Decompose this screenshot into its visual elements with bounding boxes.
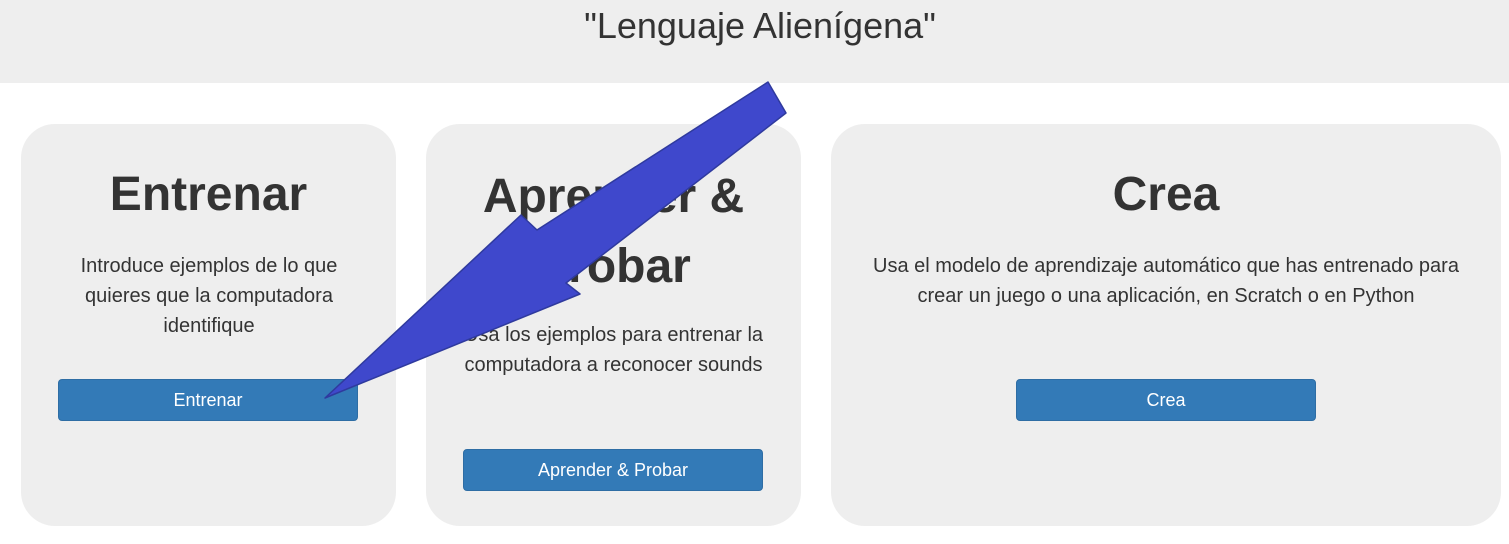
card-train-description: Introduce ejemplos de lo que quieres que…	[80, 255, 338, 337]
card-learn-test: Aprender & Probar Usa los ejemplos para …	[426, 124, 801, 526]
card-train-title: Entrenar	[109, 168, 308, 221]
page-header: "Lenguaje Alienígena"	[0, 0, 1509, 83]
card-make-description: Usa el modelo de aprendizaje automático …	[873, 255, 1459, 307]
card-learn-test-description: Usa los ejemplos para entrenar la comput…	[463, 324, 764, 376]
card-make: Crea Usa el modelo de aprendizaje automá…	[831, 124, 1501, 526]
train-button[interactable]: Entrenar	[58, 379, 358, 421]
learn-test-button[interactable]: Aprender & Probar	[463, 449, 763, 491]
card-make-title: Crea	[1112, 168, 1220, 221]
project-title: "Lenguaje Alienígena"	[584, 5, 936, 46]
make-button[interactable]: Crea	[1016, 379, 1316, 421]
card-train: Entrenar Introduce ejemplos de lo que qu…	[21, 124, 396, 526]
card-learn-test-title: Aprender & Probar	[482, 170, 745, 293]
